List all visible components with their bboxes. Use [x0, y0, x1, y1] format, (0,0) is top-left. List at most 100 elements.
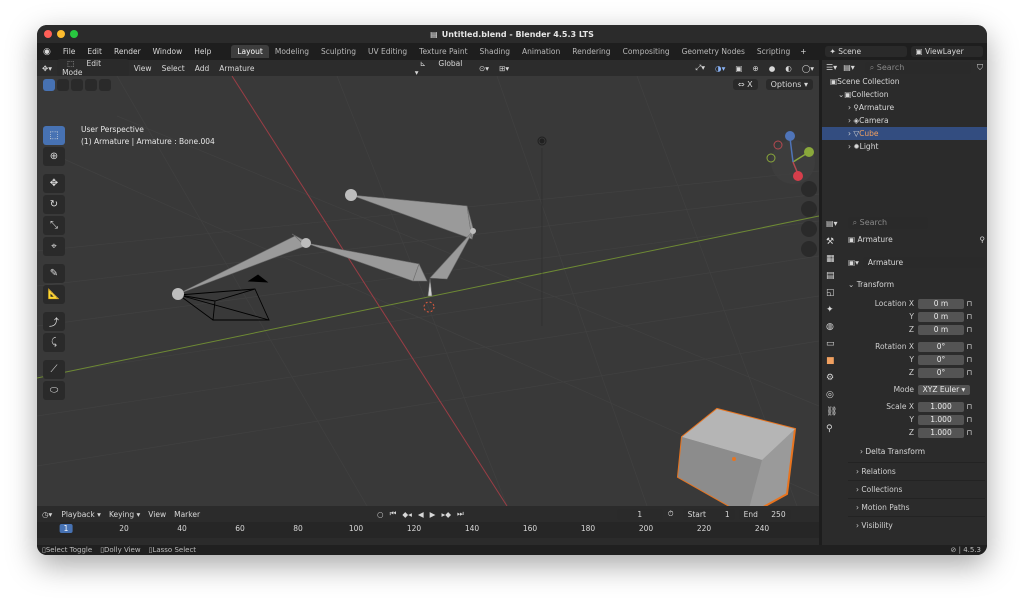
rotation-y-field[interactable]: 0° [918, 354, 964, 365]
perspective-grid-icon[interactable] [801, 241, 817, 257]
lock-icon[interactable]: ⊓ [964, 368, 972, 377]
tab-compositing[interactable]: Compositing [617, 45, 676, 58]
options-button[interactable]: Options ▾ [765, 79, 813, 90]
object-name-field[interactable]: Armature [862, 257, 985, 268]
scale-tool-icon[interactable]: ⤡ [43, 216, 65, 235]
transform-section-header[interactable]: ⌄ Transform [848, 278, 985, 291]
gizmo-y-axis[interactable] [804, 147, 814, 157]
menu-edit[interactable]: Edit [81, 47, 108, 56]
outliner-item[interactable]: › ▽ Cube [822, 127, 987, 140]
tab-layout[interactable]: Layout [231, 45, 269, 58]
select-extend-icon[interactable] [57, 79, 69, 91]
marker-menu[interactable]: Marker [170, 510, 204, 519]
tab-uv-editing[interactable]: UV Editing [362, 45, 413, 58]
playback-menu[interactable]: Playback ▾ [57, 510, 105, 519]
3d-viewport[interactable]: User Perspective (1) Armature | Armature… [37, 76, 819, 506]
lock-icon[interactable]: ⊓ [964, 402, 972, 411]
outliner-search[interactable]: ⌕ Search [864, 61, 971, 74]
armature-data-tab-icon[interactable]: ⚲ [826, 424, 842, 434]
lock-icon[interactable]: ⊓ [964, 342, 972, 351]
zoom-window-button[interactable] [70, 30, 78, 38]
render-tab-icon[interactable]: ▦ [826, 254, 842, 264]
minimize-window-button[interactable] [57, 30, 65, 38]
collection-row[interactable]: ⌄ ▣ Collection [822, 88, 987, 101]
current-frame-field[interactable]: 1 [616, 508, 663, 520]
menu-select[interactable]: Select [157, 64, 190, 73]
collections-section[interactable]: › Collections [848, 480, 985, 498]
scene-collection-row[interactable]: ▣ Scene Collection [822, 75, 987, 88]
location-x-field[interactable]: 0 m [918, 298, 964, 309]
rotation-mode-select[interactable]: XYZ Euler ▾ [918, 384, 970, 395]
overlay-toggle-icon[interactable]: ◑▾ [710, 64, 730, 73]
bone-joint[interactable] [172, 288, 184, 300]
camera-view-icon[interactable] [801, 221, 817, 237]
mirror-x-toggle[interactable]: ⇔ X [732, 79, 758, 90]
tab-texture-paint[interactable]: Texture Paint [413, 45, 473, 58]
timeline-ruler[interactable]: 1 20 40 60 80 100 120 140 160 180 200 220 240 [37, 522, 819, 538]
view-layer-selector[interactable]: ▣ ViewLayer [910, 46, 983, 57]
select-invert-icon[interactable] [85, 79, 97, 91]
menu-render[interactable]: Render [108, 47, 147, 56]
scene-tab-icon[interactable]: ✦ [826, 305, 842, 315]
outliner-editor-icon[interactable]: ☰▾ [826, 63, 837, 72]
move-tool-icon[interactable]: ✥ [43, 174, 65, 193]
pin-icon[interactable]: ⚲ [980, 235, 986, 244]
properties-editor-icon[interactable]: ▤▾ [826, 219, 838, 228]
gizmo-z-axis[interactable] [785, 131, 795, 141]
cursor-tool-icon[interactable]: ⊕ [43, 147, 65, 166]
tab-rendering[interactable]: Rendering [566, 45, 616, 58]
rotation-z-field[interactable]: 0° [918, 367, 964, 378]
select-intersect-icon[interactable] [99, 79, 111, 91]
menu-add[interactable]: Add [190, 64, 215, 73]
close-window-button[interactable] [44, 30, 52, 38]
location-y-field[interactable]: 0 m [918, 311, 964, 322]
transform-tool-icon[interactable]: ⌖ [43, 237, 65, 256]
shading-rendered-icon[interactable]: ◯▾ [797, 64, 819, 73]
start-frame-field[interactable]: Start 1 [682, 508, 735, 520]
lock-icon[interactable]: ⊓ [964, 312, 972, 321]
play-reverse-icon[interactable]: ◀ [415, 510, 427, 519]
keying-menu[interactable]: Keying ▾ [105, 510, 144, 519]
delta-transform-header[interactable]: › Delta Transform [848, 445, 985, 458]
constraint-tab-icon[interactable]: ⛓ [826, 407, 842, 417]
next-keyframe-icon[interactable]: ▸◆ [438, 510, 454, 519]
tab-sculpting[interactable]: Sculpting [315, 45, 362, 58]
select-new-icon[interactable] [43, 79, 55, 91]
rotate-tool-icon[interactable]: ↻ [43, 195, 65, 214]
display-mode-icon[interactable]: ▤▾ [843, 63, 855, 72]
collection-tab-icon[interactable]: ▭ [826, 339, 842, 349]
shading-wire-icon[interactable]: ⊕ [747, 64, 763, 73]
xray-toggle-icon[interactable]: ▣ [730, 64, 747, 73]
filter-icon[interactable]: ⛉ [977, 63, 983, 73]
navigation-gizmo[interactable] [766, 131, 815, 184]
tool-tab-icon[interactable]: ⚒ [826, 237, 842, 247]
lock-icon[interactable]: ⊓ [964, 428, 972, 437]
menu-armature[interactable]: Armature [214, 64, 259, 73]
select-box-tool-icon[interactable]: ⬚ [43, 126, 65, 145]
modifier-tab-icon[interactable]: ⚙ [826, 373, 842, 383]
gizmo-x-axis[interactable] [793, 171, 803, 181]
lock-icon[interactable]: ⊓ [964, 355, 972, 364]
extrude-tool-icon[interactable]: ⤴ [43, 312, 65, 331]
lock-icon[interactable]: ⊓ [964, 299, 972, 308]
envelope-tool-icon[interactable]: ⬭ [43, 381, 65, 400]
record-icon[interactable]: ○ [374, 510, 387, 519]
end-frame-field[interactable]: End 250 [738, 508, 791, 520]
roll-tool-icon[interactable]: ⤹ [43, 333, 65, 352]
outliner-item[interactable]: › ⚲ Armature [822, 101, 987, 114]
lock-icon[interactable]: ⊓ [964, 325, 972, 334]
physics-tab-icon[interactable]: ◎ [826, 390, 842, 400]
outliner-item[interactable]: › ✹ Light [822, 140, 987, 153]
pan-hand-icon[interactable] [801, 201, 817, 217]
menu-window[interactable]: Window [147, 47, 189, 56]
scale-z-field[interactable]: 1.000 [918, 427, 964, 438]
bone-joint[interactable] [470, 228, 476, 234]
zoom-icon[interactable] [801, 181, 817, 197]
add-workspace-icon[interactable]: + [796, 47, 810, 56]
properties-search[interactable]: ⌕ Search [847, 217, 928, 229]
location-z-field[interactable]: 0 m [918, 324, 964, 335]
object-tab-icon[interactable]: ■ [826, 356, 842, 366]
bone-joint[interactable] [301, 238, 311, 248]
menu-file[interactable]: File [57, 47, 82, 56]
scene-selector[interactable]: ✦ Scene [824, 46, 907, 57]
